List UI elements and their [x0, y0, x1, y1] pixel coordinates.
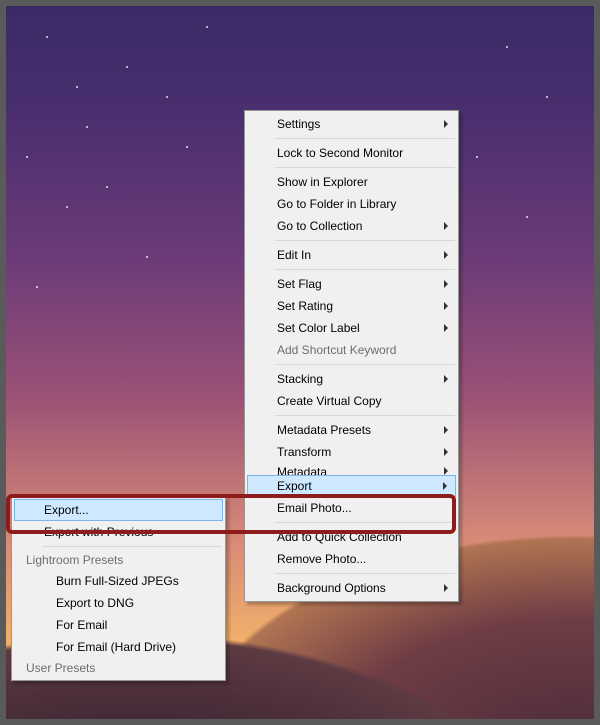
submenu-arrow-icon [444, 120, 448, 128]
submenu-arrow-icon [444, 375, 448, 383]
menu-label: Show in Explorer [277, 175, 368, 189]
menu-label: Metadata [277, 465, 327, 475]
submenu-item-export-to-dng[interactable]: Export to DNG [14, 592, 223, 614]
menu-item-show-in-explorer[interactable]: Show in Explorer [247, 171, 456, 193]
submenu-arrow-icon [444, 324, 448, 332]
menu-label: Set Color Label [277, 321, 360, 335]
menu-label: Edit In [277, 248, 311, 262]
menu-item-set-rating[interactable]: Set Rating [247, 295, 456, 317]
menu-item-stacking[interactable]: Stacking [247, 368, 456, 390]
menu-separator [275, 269, 455, 270]
menu-label: Go to Collection [277, 219, 362, 233]
menu-item-go-to-folder[interactable]: Go to Folder in Library [247, 193, 456, 215]
menu-label: Add to Quick Collection [277, 530, 402, 544]
context-menu: Settings Lock to Second Monitor Show in … [244, 110, 459, 602]
submenu-item-burn-full-sized-jpegs[interactable]: Burn Full-Sized JPEGs [14, 570, 223, 592]
menu-label: Email Photo... [277, 501, 352, 515]
menu-item-create-virtual-copy[interactable]: Create Virtual Copy [247, 390, 456, 412]
menu-item-email-photo[interactable]: Email Photo... [247, 497, 456, 519]
menu-label: Export... [44, 503, 89, 517]
menu-item-settings[interactable]: Settings [247, 113, 456, 135]
menu-label: Transform [277, 445, 331, 459]
menu-label: For Email [56, 618, 107, 632]
menu-label: Remove Photo... [277, 552, 366, 566]
menu-separator [275, 240, 455, 241]
menu-label: Burn Full-Sized JPEGs [56, 574, 179, 588]
menu-label: Stacking [277, 372, 323, 386]
submenu-arrow-icon [444, 280, 448, 288]
submenu-heading-lightroom-presets: Lightroom Presets [14, 550, 223, 570]
menu-item-background-options[interactable]: Background Options [247, 577, 456, 599]
submenu-arrow-icon [443, 482, 447, 490]
menu-item-set-flag[interactable]: Set Flag [247, 273, 456, 295]
menu-item-set-color-label[interactable]: Set Color Label [247, 317, 456, 339]
menu-item-export[interactable]: Export [247, 475, 456, 497]
menu-item-go-to-collection[interactable]: Go to Collection [247, 215, 456, 237]
menu-label: Set Flag [277, 277, 322, 291]
submenu-arrow-icon [444, 302, 448, 310]
menu-label: For Email (Hard Drive) [56, 640, 176, 654]
menu-label: Export [277, 479, 312, 493]
menu-item-edit-in[interactable]: Edit In [247, 244, 456, 266]
menu-item-metadata-presets[interactable]: Metadata Presets [247, 419, 456, 441]
submenu-arrow-icon [444, 222, 448, 230]
export-submenu: Export... Export with Previous Lightroom… [11, 496, 226, 681]
menu-item-remove-photo[interactable]: Remove Photo... [247, 548, 456, 570]
menu-label: Create Virtual Copy [277, 394, 382, 408]
menu-separator [275, 364, 455, 365]
menu-label: Export with Previous [44, 525, 153, 539]
menu-item-add-shortcut-keyword: Add Shortcut Keyword [247, 339, 456, 361]
submenu-arrow-icon [444, 251, 448, 259]
menu-item-lock-second-monitor[interactable]: Lock to Second Monitor [247, 142, 456, 164]
heading-label: User Presets [26, 661, 95, 675]
menu-separator [275, 138, 455, 139]
submenu-arrow-icon [444, 448, 448, 456]
submenu-item-for-email-hard-drive[interactable]: For Email (Hard Drive) [14, 636, 223, 658]
menu-label: Settings [277, 117, 320, 131]
submenu-item-export-with-previous[interactable]: Export with Previous [14, 521, 223, 543]
submenu-arrow-icon [444, 467, 448, 475]
menu-separator [275, 573, 455, 574]
menu-label: Lock to Second Monitor [277, 146, 403, 160]
submenu-arrow-icon [444, 584, 448, 592]
menu-label: Set Rating [277, 299, 333, 313]
submenu-arrow-icon [444, 426, 448, 434]
menu-label: Background Options [277, 581, 386, 595]
menu-separator [275, 415, 455, 416]
submenu-item-export[interactable]: Export... [14, 499, 223, 521]
app-frame: Settings Lock to Second Monitor Show in … [0, 0, 600, 725]
menu-item-transform[interactable]: Transform [247, 441, 456, 463]
submenu-item-for-email[interactable]: For Email [14, 614, 223, 636]
heading-label: Lightroom Presets [26, 553, 123, 567]
submenu-heading-user-presets: User Presets [14, 658, 223, 678]
menu-separator [42, 546, 222, 547]
menu-label: Add Shortcut Keyword [277, 343, 396, 357]
menu-label: Go to Folder in Library [277, 197, 396, 211]
menu-label: Export to DNG [56, 596, 134, 610]
menu-label: Metadata Presets [277, 423, 371, 437]
menu-separator [275, 522, 455, 523]
menu-item-metadata[interactable]: Metadata [247, 463, 456, 475]
menu-item-add-to-quick-collection[interactable]: Add to Quick Collection [247, 526, 456, 548]
menu-separator [275, 167, 455, 168]
